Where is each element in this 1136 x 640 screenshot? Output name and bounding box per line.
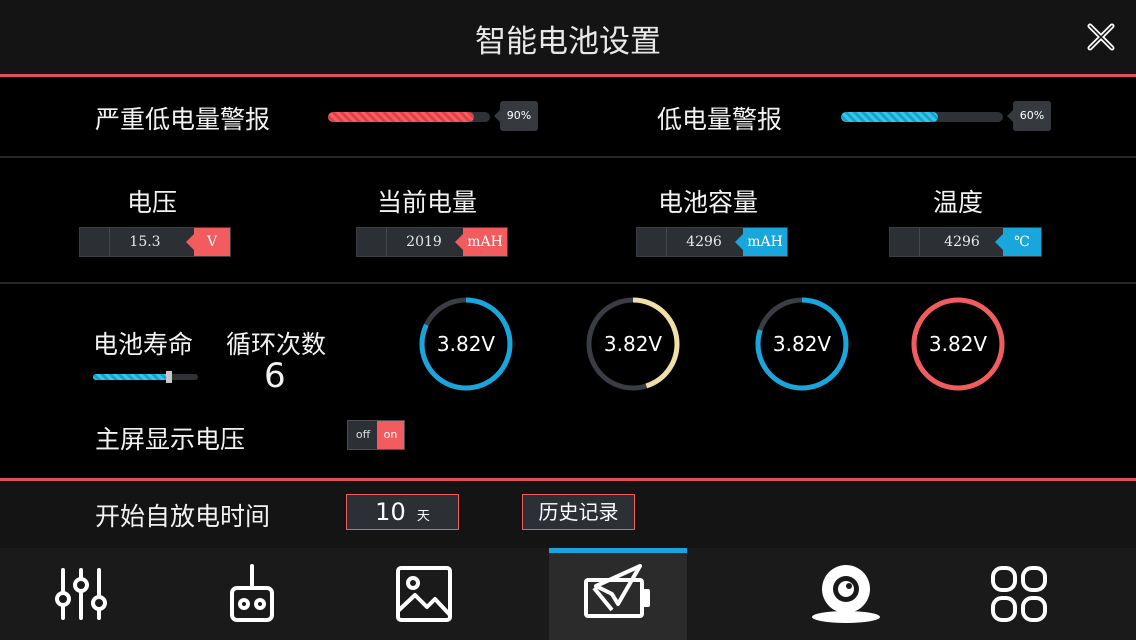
header-bar: 智能电池设置	[0, 0, 1136, 74]
capacity-field-handle	[637, 228, 667, 256]
cell-voltage-gauge-1: 3.82V	[418, 296, 514, 392]
voltage-unit: V	[186, 228, 230, 256]
temperature-field-handle	[890, 228, 920, 256]
voltage-field[interactable]: 15.3 V	[79, 227, 231, 257]
critical-alert-label: 严重低电量警报	[95, 105, 271, 134]
history-button[interactable]: 历史记录	[522, 494, 635, 530]
self-discharge-label: 开始自放电时间	[95, 502, 271, 531]
nav-item-remote[interactable]	[181, 548, 323, 640]
display-voltage-toggle[interactable]: off on	[347, 420, 405, 450]
camera-icon	[812, 565, 880, 623]
battery-life-fill	[93, 374, 169, 380]
low-alert-slider[interactable]	[841, 112, 1003, 122]
bottom-nav	[0, 548, 1136, 640]
voltage-value: 15.3	[129, 234, 161, 250]
voltage-field-handle	[80, 228, 110, 256]
display-voltage-label: 主屏显示电压	[95, 425, 246, 454]
nav-item-settings[interactable]	[10, 548, 152, 640]
self-discharge-unit: 天	[416, 509, 430, 524]
image-icon	[396, 566, 452, 622]
sliders-icon	[55, 568, 107, 620]
low-alert-fill	[841, 112, 939, 122]
nav-item-camera[interactable]	[775, 548, 917, 640]
header-divider	[0, 74, 1136, 77]
nav-item-more[interactable]	[948, 548, 1090, 640]
critical-alert-fill	[328, 112, 474, 122]
capacity-field[interactable]: 4296 mAH	[636, 227, 788, 257]
temperature-value: 4296	[944, 234, 980, 250]
nav-item-battery[interactable]	[549, 548, 687, 640]
close-icon[interactable]	[1086, 22, 1116, 52]
cell-voltage-gauge-3: 3.82V	[754, 296, 850, 392]
row-divider	[0, 156, 1136, 158]
capacity-value: 4296	[686, 234, 722, 250]
temperature-label: 温度	[933, 188, 984, 217]
critical-alert-slider[interactable]	[328, 112, 490, 122]
cell-voltage-value: 3.82V	[928, 332, 988, 356]
cell-voltage-gauge-4: 3.82V	[910, 296, 1006, 392]
voltage-label: 电压	[127, 188, 178, 217]
low-alert-label: 低电量警报	[657, 105, 783, 134]
current-charge-unit: mAH	[455, 228, 507, 256]
battery-life-knob	[165, 371, 172, 383]
low-alert-percent: 60%	[1007, 101, 1051, 131]
self-discharge-value: 10	[375, 498, 406, 526]
toggle-off-label: off	[355, 428, 371, 441]
temperature-unit: ℃	[995, 228, 1041, 256]
capacity-label: 电池容量	[658, 188, 759, 217]
cycle-count-value: 6	[264, 356, 286, 396]
toggle-on-label: on	[377, 421, 404, 449]
self-discharge-row: 开始自放电时间 10 天 历史记录	[0, 481, 1136, 548]
battery-icon	[584, 564, 650, 618]
self-discharge-input[interactable]: 10 天	[346, 494, 459, 530]
cell-voltage-value: 3.82V	[436, 332, 496, 356]
cell-voltage-value: 3.82V	[772, 332, 832, 356]
grid-icon	[991, 566, 1047, 622]
battery-life-label: 电池寿命	[93, 330, 194, 359]
row-divider	[0, 282, 1136, 284]
battery-life-bar	[93, 371, 198, 383]
current-charge-field-handle	[357, 228, 387, 256]
current-charge-field[interactable]: 2019 mAH	[356, 227, 508, 257]
cell-voltage-gauge-2: 3.82V	[585, 296, 681, 392]
temperature-field[interactable]: 4296 ℃	[889, 227, 1042, 257]
capacity-unit: mAH	[735, 228, 787, 256]
current-charge-value: 2019	[406, 234, 442, 250]
remote-controller-icon	[230, 564, 274, 622]
page-title: 智能电池设置	[475, 24, 661, 60]
cell-voltage-value: 3.82V	[603, 332, 663, 356]
critical-alert-percent: 90%	[494, 101, 538, 131]
nav-item-image[interactable]	[353, 548, 495, 640]
current-charge-label: 当前电量	[377, 188, 478, 217]
